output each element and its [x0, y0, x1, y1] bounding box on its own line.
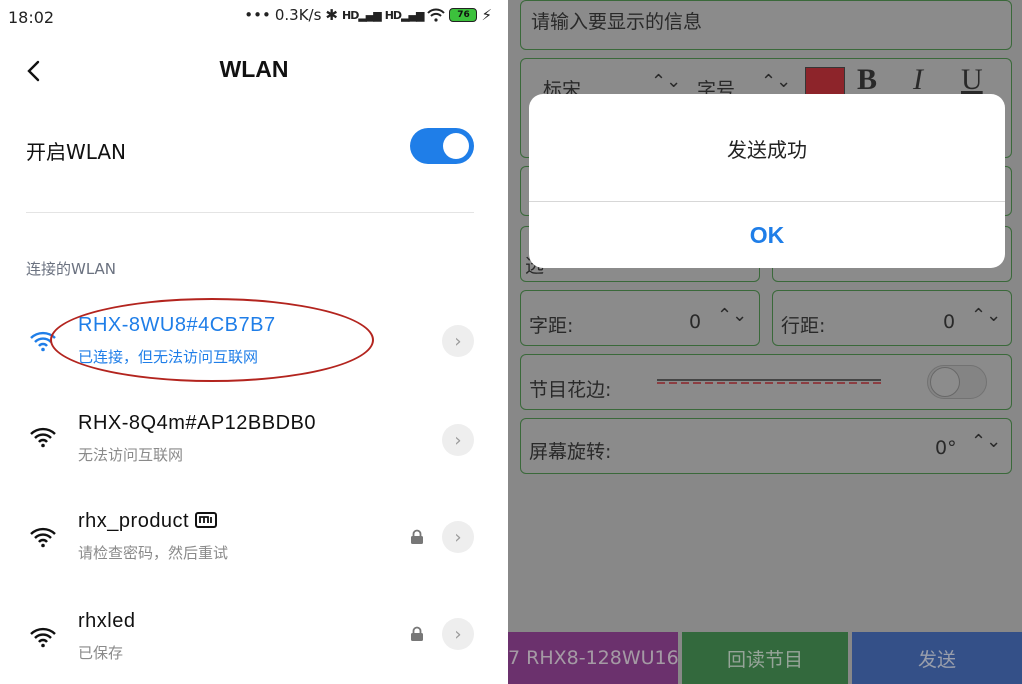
wlan-toggle-switch[interactable] — [410, 128, 474, 164]
wifi-icon — [30, 331, 56, 352]
wifi-icon — [30, 627, 56, 648]
network-name: RHX-8Q4m#AP12BBDB0 — [78, 412, 316, 434]
chevron-right-icon[interactable]: › — [442, 325, 474, 357]
chevron-right-icon[interactable]: › — [442, 618, 474, 650]
network-item[interactable]: rhxled 已保存 › — [0, 604, 508, 674]
page-title: WLAN — [219, 56, 289, 82]
wifi-icon — [30, 427, 56, 448]
dialog-message: 发送成功 — [727, 138, 807, 162]
status-time: 18:02 — [8, 8, 55, 27]
network-name: rhxled — [78, 610, 136, 632]
signal-icon: HD▂▄▆ — [341, 8, 382, 22]
led-app-screen: 请输入要显示的信息 标宋 ⌃⌄ 字号 ⌃⌄ B I U 选 字距: 0 ⌃⌄ 行… — [508, 0, 1022, 684]
network-item[interactable]: rhx_product 请检查密码，然后重试 › — [0, 504, 508, 574]
mi-router-icon — [195, 512, 218, 528]
signal-icon-2: HD▂▄▆ — [384, 8, 425, 22]
network-status: 请检查密码，然后重试 — [78, 544, 229, 562]
network-item-connected[interactable]: RHX-8WU8#4CB7B7 已连接，但无法访问互联网 › — [0, 308, 508, 378]
wlan-settings-screen: 18:02 ••• 0.3K/s ✱ HD▂▄▆ HD▂▄▆ 76 ⚡ WLAN… — [0, 0, 508, 684]
battery-icon: 76 — [449, 8, 478, 22]
chevron-right-icon[interactable]: › — [442, 424, 474, 456]
chevron-right-icon[interactable]: › — [442, 521, 474, 553]
network-speed: 0.3K/s — [274, 6, 322, 24]
dots-icon: ••• — [244, 6, 271, 24]
lock-icon — [411, 626, 423, 641]
lock-icon — [411, 529, 423, 544]
wifi-icon — [30, 527, 56, 548]
section-label: 连接的WLAN — [26, 260, 117, 278]
divider — [26, 212, 474, 213]
toggle-knob — [443, 133, 469, 159]
alert-dialog: 发送成功 OK — [529, 94, 1005, 268]
network-name: RHX-8WU8#4CB7B7 — [78, 314, 276, 336]
network-name: rhx_product — [78, 510, 218, 533]
wlan-toggle-label: 开启WLAN — [26, 140, 127, 164]
status-bar-right: ••• 0.3K/s ✱ HD▂▄▆ HD▂▄▆ 76 ⚡ — [244, 6, 492, 24]
network-item[interactable]: RHX-8Q4m#AP12BBDB0 无法访问互联网 › — [0, 404, 508, 474]
ok-button[interactable]: OK — [529, 202, 1005, 268]
wifi-status-icon — [427, 8, 446, 22]
network-status: 已连接，但无法访问互联网 — [78, 348, 259, 366]
charging-icon: ⚡ — [481, 6, 492, 24]
network-status: 无法访问互联网 — [78, 446, 184, 464]
network-status: 已保存 — [78, 644, 124, 662]
bluetooth-icon: ✱ — [325, 6, 338, 24]
